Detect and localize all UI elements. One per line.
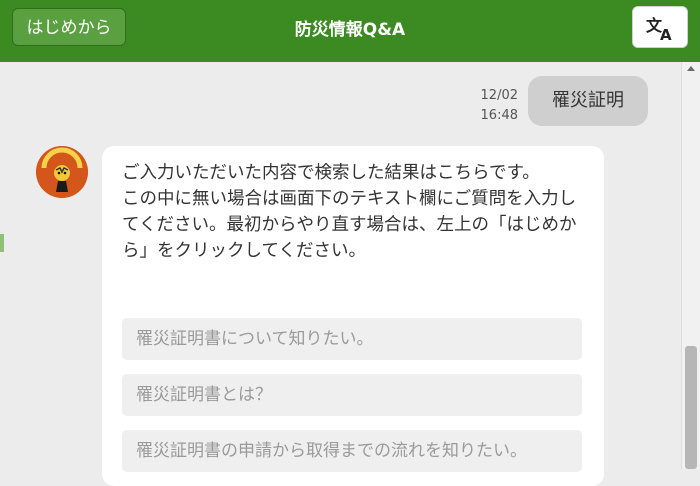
- mascot-icon: [36, 146, 88, 198]
- svg-text:A: A: [660, 26, 672, 42]
- app-header: はじめから 防災情報Q&A 文 A: [0, 0, 700, 62]
- bot-message-bubble: ご入力いただいた内容で検索した結果はこちらです。 この中に無い場合は画面下のテキ…: [102, 146, 604, 486]
- scroll-up-arrow-icon[interactable]: [687, 66, 695, 71]
- bot-message-text: ご入力いただいた内容で検索した結果はこちらです。 この中に無い場合は画面下のテキ…: [122, 163, 577, 261]
- translate-icon: 文 A: [646, 16, 672, 42]
- suggestion-option[interactable]: 罹災証明書とは？: [122, 374, 582, 416]
- left-edge-marker: [0, 234, 4, 252]
- message-time: 16:48: [480, 108, 518, 123]
- scrollbar-thumb[interactable]: [685, 346, 697, 469]
- chat-area[interactable]: 12/02 16:48 罹災証明 ご入力いただいた内容で検索した結果はこちらです…: [0, 62, 680, 486]
- translate-button[interactable]: 文 A: [632, 6, 688, 48]
- suggestion-option[interactable]: 罹災証明書について知りたい。: [122, 318, 582, 360]
- chat-scrollbar[interactable]: [681, 62, 700, 469]
- page-title: 防災情報Q&A: [294, 20, 406, 40]
- message-timestamp: 12/02 16:48: [470, 86, 518, 126]
- mascot-avatar: [36, 146, 88, 198]
- message-date: 12/02: [480, 88, 518, 103]
- user-message-bubble: 罹災証明: [528, 76, 648, 126]
- suggestion-option[interactable]: 罹災証明書の申請から取得までの流れを知りたい。: [122, 430, 582, 472]
